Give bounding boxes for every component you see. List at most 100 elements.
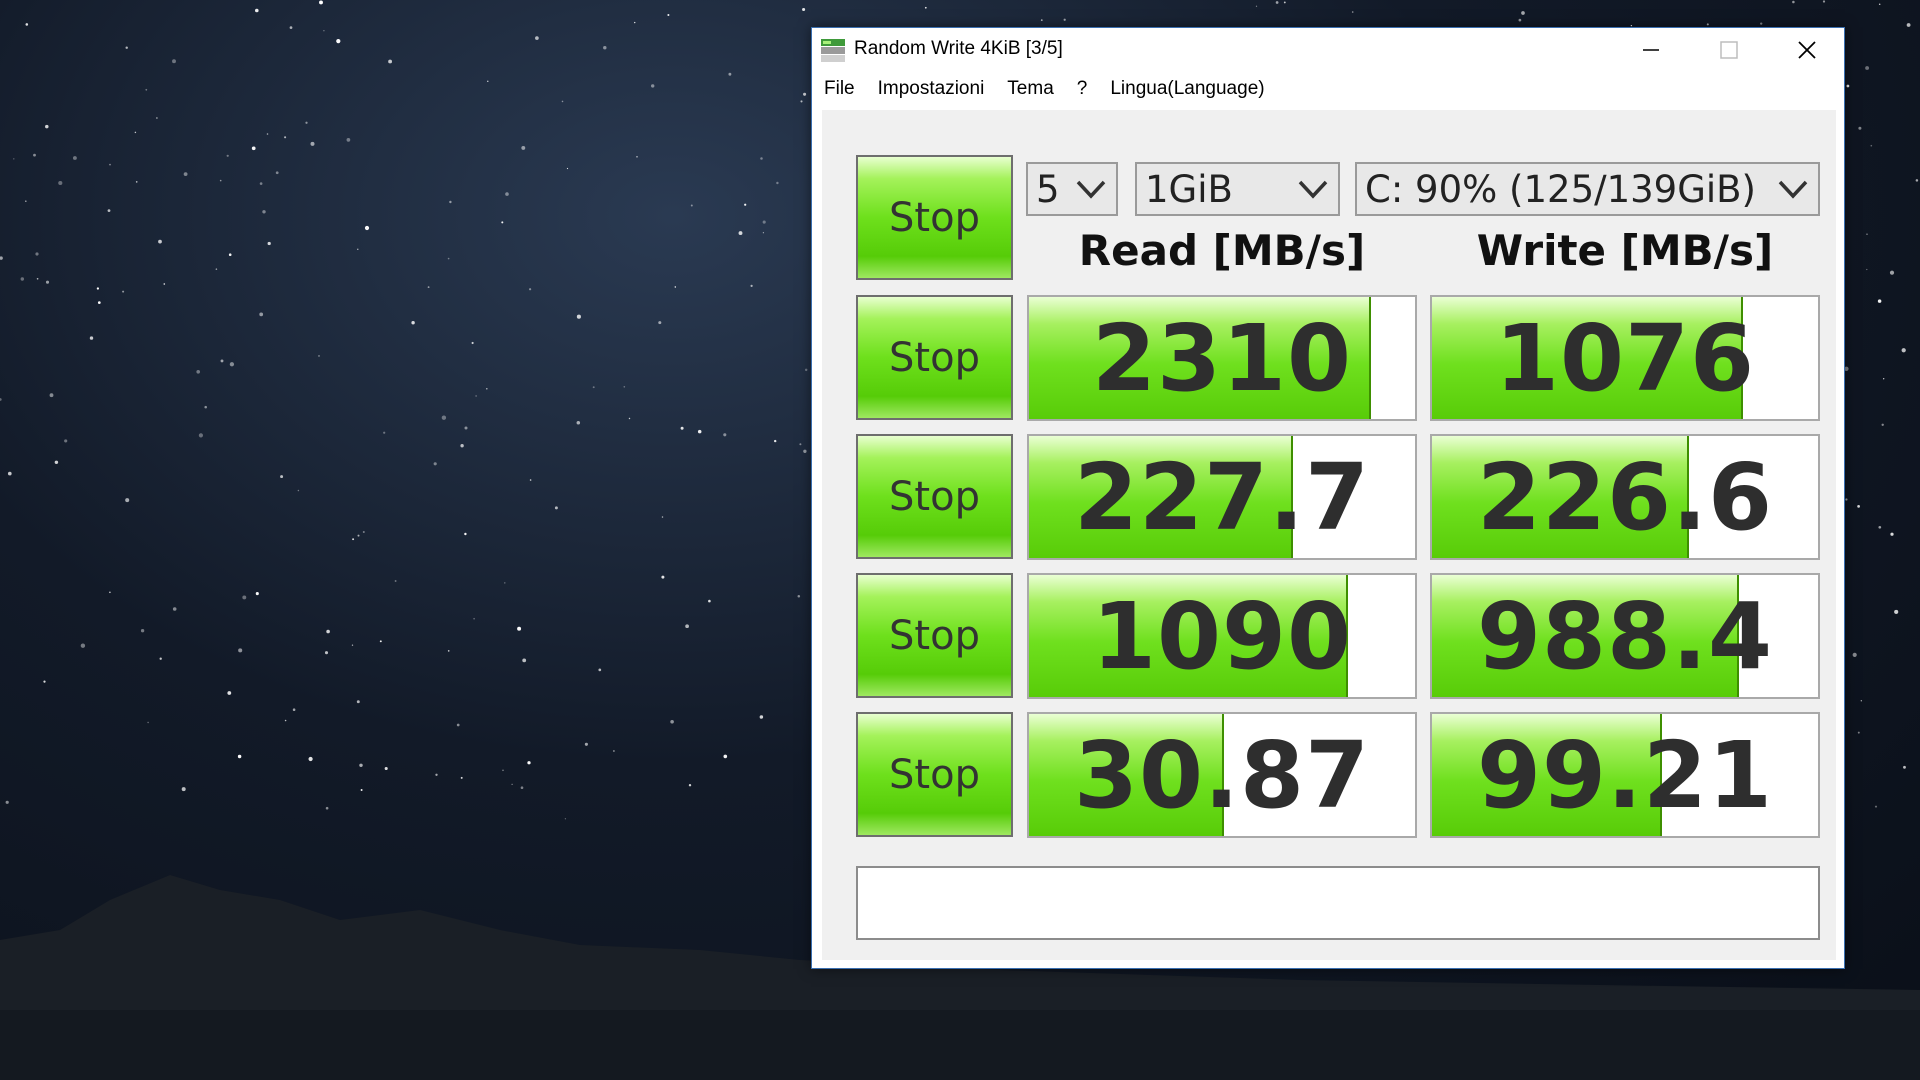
test-stop-button[interactable]: Stop <box>856 712 1013 837</box>
star <box>80 643 86 648</box>
star <box>292 708 296 711</box>
star <box>804 368 808 372</box>
star <box>924 6 927 9</box>
star <box>49 393 54 398</box>
star <box>674 286 677 288</box>
star <box>351 644 354 646</box>
write-result-value: 226.6 <box>1476 443 1773 551</box>
star <box>25 23 29 26</box>
star <box>427 286 430 289</box>
star <box>1890 532 1894 536</box>
star <box>346 138 351 142</box>
test-stop-button[interactable]: Stop <box>856 295 1013 420</box>
star <box>145 88 148 91</box>
star <box>1760 22 1763 25</box>
star <box>262 210 266 214</box>
star <box>379 640 382 643</box>
star <box>163 283 166 285</box>
star <box>280 475 284 479</box>
star <box>266 133 269 135</box>
star <box>356 700 360 704</box>
star <box>803 92 807 96</box>
star <box>289 26 293 29</box>
star <box>802 7 806 12</box>
menu-theme[interactable]: Tema <box>1007 78 1053 100</box>
star <box>226 154 229 157</box>
star <box>159 657 162 660</box>
test-stop-button[interactable]: Stop <box>856 573 1013 698</box>
comment-field[interactable] <box>856 866 1820 940</box>
test-stop-button[interactable]: Stop <box>856 434 1013 559</box>
star <box>35 252 39 256</box>
star <box>72 156 77 160</box>
star <box>284 136 287 139</box>
star <box>517 626 522 631</box>
star <box>107 209 111 212</box>
star <box>1255 5 1258 7</box>
star <box>1870 144 1873 147</box>
star <box>661 575 665 579</box>
star <box>728 72 732 76</box>
menu-bar: File Impostazioni Tema ? Lingua(Language… <box>812 72 1844 106</box>
read-result-value: 1090 <box>1091 582 1353 690</box>
read-result-value: 30.87 <box>1073 721 1370 829</box>
star <box>147 721 149 724</box>
menu-language[interactable]: Lingua(Language) <box>1110 78 1264 100</box>
benchmark-panel: Stop 5 1GiB C: 90% (125/139GiB) Read [MB… <box>822 110 1836 960</box>
star <box>318 354 320 357</box>
star <box>797 595 801 598</box>
drive-value: C: 90% (125/139GiB) <box>1365 167 1756 211</box>
star <box>1063 18 1066 21</box>
drive-select[interactable]: C: 90% (125/139GiB) <box>1355 162 1820 216</box>
star <box>1857 731 1860 734</box>
star <box>1521 11 1525 15</box>
menu-settings[interactable]: Impostazioni <box>878 78 985 100</box>
star <box>1822 0 1826 3</box>
title-bar[interactable]: Random Write 4KiB [3/5] <box>812 28 1844 72</box>
star <box>561 100 564 103</box>
star <box>1878 525 1882 529</box>
star <box>183 172 188 176</box>
test-count-select[interactable]: 5 <box>1026 162 1118 216</box>
star <box>219 179 222 182</box>
star <box>760 157 763 160</box>
star <box>680 426 684 430</box>
star <box>364 225 370 231</box>
maximize-icon <box>1720 41 1738 59</box>
chevron-down-icon <box>1778 180 1808 199</box>
star <box>125 498 130 503</box>
star <box>198 433 203 438</box>
star <box>43 680 46 683</box>
star <box>255 592 259 596</box>
close-button[interactable] <box>1768 28 1846 72</box>
test-size-select[interactable]: 1GiB <box>1135 162 1340 216</box>
star <box>1877 299 1882 303</box>
write-result-meter: 226.6 <box>1430 434 1820 560</box>
star <box>134 131 137 134</box>
maximize-button[interactable] <box>1690 28 1768 72</box>
star <box>255 8 259 13</box>
star <box>441 415 447 420</box>
star <box>623 386 626 388</box>
star <box>1852 652 1857 657</box>
star <box>323 29 325 32</box>
star <box>460 444 464 448</box>
star <box>1889 270 1895 275</box>
star <box>388 59 393 64</box>
crystaldiskmark-window[interactable]: Random Write 4KiB [3/5] File Impostazion… <box>811 27 1845 969</box>
star <box>464 426 468 430</box>
minimize-button[interactable] <box>1612 28 1690 72</box>
star <box>13 158 15 160</box>
menu-file[interactable]: File <box>824 78 855 100</box>
star <box>1860 700 1862 702</box>
star <box>1883 378 1885 380</box>
star <box>1901 348 1906 353</box>
star <box>473 617 475 620</box>
run-all-button[interactable]: Stop <box>856 155 1013 280</box>
star <box>1878 3 1881 5</box>
star <box>259 312 264 317</box>
star <box>1846 84 1850 88</box>
star <box>140 629 145 633</box>
star <box>238 648 243 653</box>
menu-help[interactable]: ? <box>1077 78 1088 100</box>
